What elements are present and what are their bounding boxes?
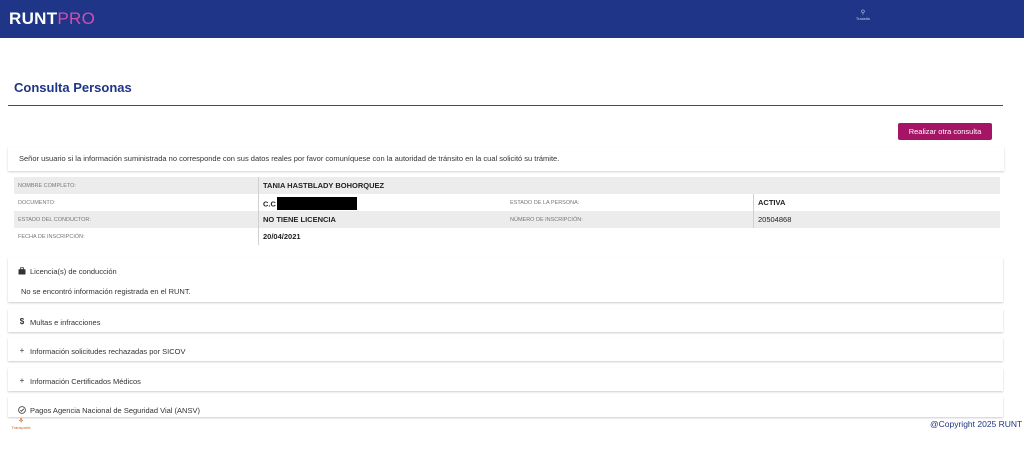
sicov-title: Información solicitudes rechazadas por S… xyxy=(30,347,186,356)
medical-panel[interactable]: + Información Certificados Médicos xyxy=(8,368,1003,391)
document-field: C.C xyxy=(263,197,357,211)
info-row-name: NOMBRE COMPLETO: TANIA HASTBLADY BOHORQU… xyxy=(14,177,1000,194)
column-divider xyxy=(258,211,259,228)
person-status-label: ESTADO DE LA PERSONA: xyxy=(510,200,580,206)
sicov-panel[interactable]: + Información solicitudes rechazadas por… xyxy=(8,338,1003,361)
driver-status-value: NO TIENE LICENCIA xyxy=(263,215,336,224)
column-divider xyxy=(258,194,259,211)
logo-accent-text: PRO xyxy=(57,9,96,28)
licenses-panel[interactable]: Licencia(s) de conducción No se encontró… xyxy=(8,258,1003,302)
new-query-button[interactable]: Realizar otra consulta xyxy=(898,123,992,140)
runt-pro-logo[interactable]: RUNTPRO xyxy=(9,9,95,29)
info-row-date: FECHA DE INSCRIPCIÓN: 20/04/2021 xyxy=(14,228,1000,245)
redaction-block xyxy=(276,197,357,210)
transit-emblem: ⚲ Transito xyxy=(848,10,878,21)
info-row-document: DOCUMENTO: C.C ESTADO DE LA PERSONA: ACT… xyxy=(14,194,1000,211)
fines-panel[interactable]: $ Multas e infracciones xyxy=(8,309,1003,332)
ansv-panel[interactable]: Pagos Agencia Nacional de Seguridad Vial… xyxy=(8,397,1003,417)
emblem-text: Transito xyxy=(855,16,871,21)
column-divider xyxy=(753,194,754,211)
column-divider xyxy=(258,228,259,245)
person-status-value: ACTIVA xyxy=(758,198,786,207)
name-label: NOMBRE COMPLETO: xyxy=(18,183,76,189)
dollar-icon: $ xyxy=(19,317,25,326)
document-label: DOCUMENTO: xyxy=(18,200,56,206)
medical-title: Información Certificados Médicos xyxy=(30,377,141,386)
licenses-title: Licencia(s) de conducción xyxy=(30,267,117,276)
logo-main-text: RUNT xyxy=(9,9,58,28)
plus-icon: + xyxy=(19,346,25,355)
fines-title: Multas e infracciones xyxy=(30,318,101,327)
notice-box: Señor usuario si la información suminist… xyxy=(8,147,1004,171)
page-title: Consulta Personas xyxy=(14,80,132,95)
transport-emblem-icon: ⚘ xyxy=(17,418,25,425)
info-row-driver: ESTADO DEL CONDUCTOR: NO TIENE LICENCIA … xyxy=(14,211,1000,228)
copyright-text: @Copyright 2025 RUNT xyxy=(930,419,1023,429)
notice-text: Señor usuario si la información suminist… xyxy=(19,154,560,163)
name-value: TANIA HASTBLADY BOHORQUEZ xyxy=(263,181,385,190)
inscription-number-value: 20504868 xyxy=(758,215,792,224)
column-divider xyxy=(258,177,259,194)
inscription-number-label: NÚMERO DE INSCRIPCIÓN: xyxy=(510,217,583,223)
briefcase-icon xyxy=(18,267,26,277)
plus-icon: + xyxy=(19,376,25,385)
check-circle-icon xyxy=(18,406,26,416)
ansv-title: Pagos Agencia Nacional de Seguridad Vial… xyxy=(30,406,200,415)
person-info-grid: NOMBRE COMPLETO: TANIA HASTBLADY BOHORQU… xyxy=(14,177,1000,245)
document-value: C.C xyxy=(263,199,276,209)
inscription-date-label: FECHA DE INSCRIPCIÓN: xyxy=(18,234,85,240)
inscription-date-value: 20/04/2021 xyxy=(263,232,301,241)
ministry-logo-text: Transporte xyxy=(11,425,31,430)
driver-status-label: ESTADO DEL CONDUCTOR: xyxy=(18,217,91,223)
ministry-transport-logo: ⚘ Transporte xyxy=(8,418,34,430)
top-navigation-bar: RUNTPRO ⚲ Transito xyxy=(0,0,1024,38)
title-divider xyxy=(8,105,1003,106)
column-divider xyxy=(753,211,754,228)
licenses-empty-message: No se encontró información registrada en… xyxy=(21,287,191,296)
